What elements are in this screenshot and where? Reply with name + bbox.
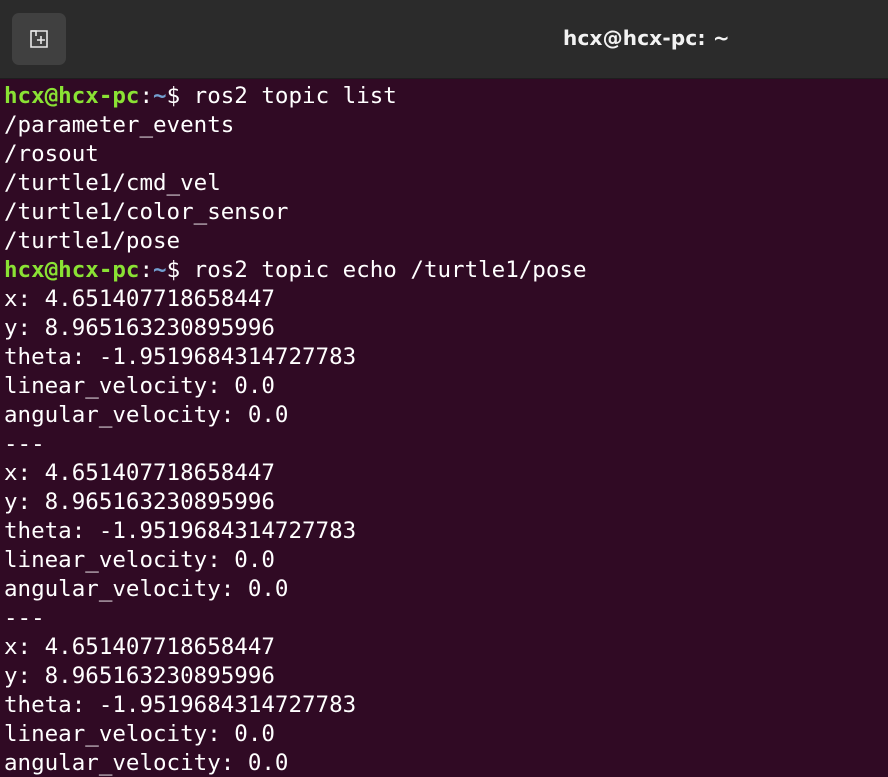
message-separator: ---: [4, 431, 45, 457]
prompt-user-host: hcx@hcx-pc: [4, 83, 140, 109]
output-line: angular_velocity: 0.0: [4, 576, 289, 602]
command-text: ros2 topic list: [193, 83, 397, 109]
prompt-line: hcx@hcx-pc:~$ ros2 topic echo /turtle1/p…: [4, 256, 888, 285]
title-bar: hcx@hcx-pc: ~: [0, 0, 888, 79]
output-line: linear_velocity: 0.0: [4, 373, 275, 399]
output-line: theta: -1.9519684314727783: [4, 518, 357, 544]
prompt-line: hcx@hcx-pc:~$ ros2 topic list: [4, 82, 888, 111]
terminal-window: hcx@hcx-pc: ~ hcx@hcx-pc:~$ ros2 topic l…: [0, 0, 888, 777]
command-text: ros2 topic echo /turtle1/pose: [193, 257, 587, 283]
terminal-output[interactable]: hcx@hcx-pc:~$ ros2 topic list /parameter…: [0, 79, 888, 777]
output-line: theta: -1.9519684314727783: [4, 344, 357, 370]
message-separator: ---: [4, 605, 45, 631]
output-line: linear_velocity: 0.0: [4, 547, 275, 573]
prompt-symbol: $: [166, 257, 194, 283]
prompt-separator: :: [139, 257, 154, 283]
output-line: linear_velocity: 0.0: [4, 721, 275, 747]
prompt-user-host: hcx@hcx-pc: [4, 257, 140, 283]
output-line: theta: -1.9519684314727783: [4, 692, 357, 718]
output-line: /turtle1/cmd_vel: [4, 170, 221, 196]
output-line: x: 4.651407718658447: [4, 460, 275, 486]
prompt-separator: :: [139, 83, 154, 109]
output-line: y: 8.965163230895996: [4, 489, 275, 515]
window-title: hcx@hcx-pc: ~: [563, 26, 730, 50]
prompt-path: ~: [153, 257, 167, 283]
output-line: /turtle1/color_sensor: [4, 199, 289, 225]
output-line: x: 4.651407718658447: [4, 634, 275, 660]
output-line: /rosout: [4, 141, 99, 167]
output-line: angular_velocity: 0.0: [4, 402, 289, 428]
output-line: /turtle1/pose: [4, 228, 181, 254]
output-line: /parameter_events: [4, 112, 235, 138]
output-line: y: 8.965163230895996: [4, 315, 275, 341]
output-line: angular_velocity: 0.0: [4, 750, 289, 776]
prompt-symbol: $: [166, 83, 194, 109]
output-line: y: 8.965163230895996: [4, 663, 275, 689]
output-line: x: 4.651407718658447: [4, 286, 275, 312]
prompt-path: ~: [153, 83, 167, 109]
